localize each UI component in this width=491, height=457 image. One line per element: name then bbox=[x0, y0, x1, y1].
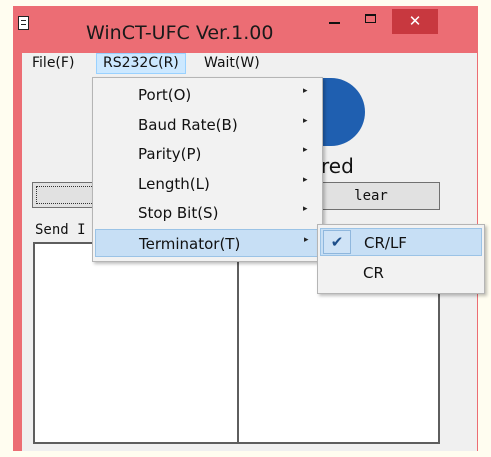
app-icon[interactable] bbox=[18, 16, 29, 30]
submenu-arrow-icon: ▸ bbox=[303, 116, 308, 126]
menu-item-label: Parity(P) bbox=[138, 145, 202, 163]
menu-item-label: Length(L) bbox=[138, 175, 210, 193]
submenu-arrow-icon: ▸ bbox=[303, 204, 308, 214]
submenu-arrow-icon: ▸ bbox=[303, 86, 308, 96]
menu-item-stop-bit[interactable]: Stop Bit(S) ▸ bbox=[95, 199, 320, 227]
menu-item-terminator[interactable]: Terminator(T) ▸ bbox=[95, 229, 320, 257]
close-icon: ✕ bbox=[408, 12, 422, 30]
menu-bar: File(F) RS232C(R) Wait(W) bbox=[22, 53, 477, 74]
menu-item-baud-rate[interactable]: Baud Rate(B) ▸ bbox=[95, 111, 320, 139]
menu-item-label: Port(O) bbox=[138, 86, 192, 104]
submenu-arrow-icon: ▸ bbox=[304, 235, 309, 245]
send-label: Send I bbox=[35, 222, 86, 238]
checkmark-icon: ✔ bbox=[323, 230, 351, 254]
menu-item-label: Terminator(T) bbox=[139, 235, 241, 253]
menu-item-length[interactable]: Length(L) ▸ bbox=[95, 170, 320, 198]
close-button[interactable]: ✕ bbox=[392, 9, 438, 34]
minimize-button[interactable] bbox=[320, 9, 350, 31]
logo-caption: red bbox=[321, 154, 354, 178]
send-textbox[interactable] bbox=[33, 242, 239, 444]
menu-item-port[interactable]: Port(O) ▸ bbox=[95, 81, 320, 109]
terminator-submenu: ✔ CR/LF CR bbox=[317, 224, 485, 294]
submenu-item-label: CR/LF bbox=[364, 234, 407, 252]
menu-item-label: Stop Bit(S) bbox=[138, 204, 219, 222]
window-title: WinCT-UFC Ver.1.00 bbox=[86, 22, 274, 44]
maximize-button[interactable] bbox=[356, 9, 386, 31]
menu-wait[interactable]: Wait(W) bbox=[198, 53, 266, 74]
menu-rs232c[interactable]: RS232C(R) bbox=[96, 53, 186, 74]
submenu-item-crlf[interactable]: ✔ CR/LF bbox=[320, 228, 482, 256]
submenu-arrow-icon: ▸ bbox=[303, 175, 308, 185]
menu-file[interactable]: File(F) bbox=[26, 53, 80, 74]
submenu-item-label: CR bbox=[363, 264, 384, 282]
submenu-item-cr[interactable]: CR bbox=[320, 259, 482, 287]
menu-item-parity[interactable]: Parity(P) ▸ bbox=[95, 140, 320, 168]
rs232c-dropdown: Port(O) ▸ Baud Rate(B) ▸ Parity(P) ▸ Len… bbox=[92, 77, 323, 262]
submenu-arrow-icon: ▸ bbox=[303, 145, 308, 155]
focused-button[interactable] bbox=[32, 182, 100, 208]
menu-item-label: Baud Rate(B) bbox=[138, 116, 238, 134]
